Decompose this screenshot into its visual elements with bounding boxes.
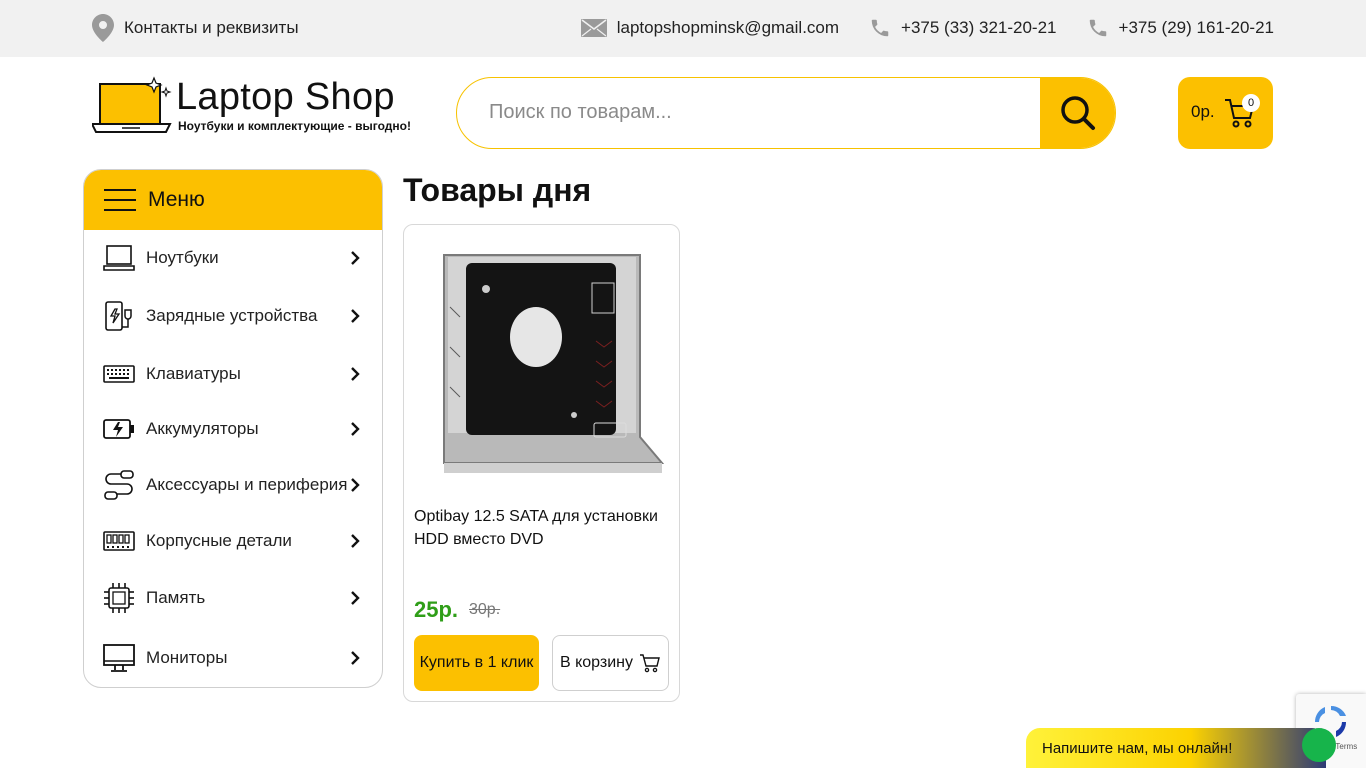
menu-item-monitors[interactable]: Мониторы — [84, 630, 382, 686]
contacts-label: Контакты и реквизиты — [124, 18, 299, 37]
product-card: Optibay 12.5 SATA для установки HDD вмес… — [403, 224, 680, 702]
menu-item-label: Корпусные детали — [146, 531, 292, 550]
laptop-logo-icon — [92, 76, 172, 133]
cart-icon — [640, 654, 660, 673]
chevron-right-icon — [351, 651, 360, 665]
menu-item-batteries[interactable]: Аккумуляторы — [84, 401, 382, 457]
menu-item-label: Аксессуары и периферия — [146, 475, 348, 494]
chevron-right-icon — [351, 591, 360, 605]
menu-item-label: Зарядные устройства — [146, 306, 318, 325]
product-old-price: 30р. — [469, 601, 501, 618]
logo-title: Laptop Shop — [176, 76, 395, 118]
cable-icon — [104, 470, 134, 500]
phone1-link[interactable]: +375 (33) 321-20-21 — [869, 17, 1057, 39]
product-name[interactable]: Optibay 12.5 SATA для установки HDD вмес… — [414, 505, 669, 551]
email-link[interactable]: laptopshopminsk@gmail.com — [580, 18, 840, 38]
menu-item-label: Мониторы — [146, 648, 228, 667]
phone2-link[interactable]: +375 (29) 161-20-21 — [1087, 17, 1274, 39]
buy-one-click-button[interactable]: Купить в 1 клик — [414, 635, 539, 691]
menu-item-keyboards[interactable]: Клавиатуры — [84, 346, 382, 402]
battery-icon — [103, 419, 134, 439]
memory-chip-icon — [104, 583, 134, 613]
monitor-icon — [103, 644, 135, 672]
menu-item-case-parts[interactable]: Корпусные детали — [84, 513, 382, 569]
menu-item-label: Клавиатуры — [146, 364, 241, 383]
product-price: 25р. — [414, 597, 459, 622]
logo-subtitle: Ноутбуки и комплектующие - выгодно! — [178, 119, 411, 133]
add-to-cart-label: В корзину — [559, 654, 634, 671]
location-pin-icon — [92, 14, 114, 42]
cart-sum: 0р. — [1191, 102, 1215, 121]
menu-item-memory[interactable]: Память — [84, 570, 382, 626]
cart-count-badge: 0 — [1242, 94, 1260, 112]
menu-toggle[interactable]: Меню — [84, 170, 382, 230]
charger-icon — [105, 301, 132, 331]
contacts-link[interactable]: Контакты и реквизиты — [92, 14, 299, 42]
top-bar: Контакты и реквизиты laptopshopminsk@gma… — [0, 0, 1366, 57]
search-button[interactable] — [1040, 78, 1115, 148]
envelope-icon — [580, 19, 607, 37]
menu-item-label: Аккумуляторы — [146, 419, 259, 438]
search-icon — [1061, 96, 1095, 130]
phone1-text: +375 (33) 321-20-21 — [901, 18, 1057, 37]
chevron-right-icon — [351, 367, 360, 381]
chat-widget[interactable]: Напишите нам, мы онлайн! — [1026, 728, 1336, 768]
email-text: laptopshopminsk@gmail.com — [616, 18, 840, 37]
phone-icon — [1089, 19, 1106, 37]
menu-item-accessories[interactable]: Аксессуары и периферия — [84, 457, 382, 513]
menu-item-chargers[interactable]: Зарядные устройства — [84, 288, 382, 344]
chevron-right-icon — [351, 309, 360, 323]
whatsapp-icon — [1302, 728, 1336, 762]
chevron-right-icon — [351, 251, 360, 265]
phone-icon — [871, 19, 889, 37]
site-logo[interactable]: Laptop Shop Ноутбуки и комплектующие - в… — [92, 74, 411, 136]
menu-item-label: Память — [146, 588, 206, 607]
case-parts-icon — [103, 531, 135, 551]
cart-button[interactable]: 0р. 0 — [1178, 77, 1273, 149]
add-to-cart-button[interactable]: В корзину — [552, 635, 669, 691]
product-image[interactable] — [414, 237, 670, 489]
menu-item-label: Ноутбуки — [146, 248, 219, 267]
chat-label: Напишите нам, мы онлайн! — [1042, 740, 1233, 757]
menu-title: Меню — [148, 188, 205, 211]
chevron-right-icon — [351, 422, 360, 436]
category-menu: Меню Ноутбуки Зарядные устройства Клавиа… — [83, 169, 383, 688]
hamburger-icon — [104, 189, 136, 211]
search-input[interactable] — [489, 78, 1029, 147]
phone2-text: +375 (29) 161-20-21 — [1118, 18, 1274, 37]
chevron-right-icon — [351, 478, 360, 492]
laptop-icon — [103, 245, 135, 271]
menu-item-laptops[interactable]: Ноутбуки — [84, 230, 382, 286]
section-title: Товары дня — [403, 172, 592, 208]
chevron-right-icon — [351, 534, 360, 548]
search-bar — [456, 77, 1116, 149]
keyboard-icon — [103, 365, 135, 383]
